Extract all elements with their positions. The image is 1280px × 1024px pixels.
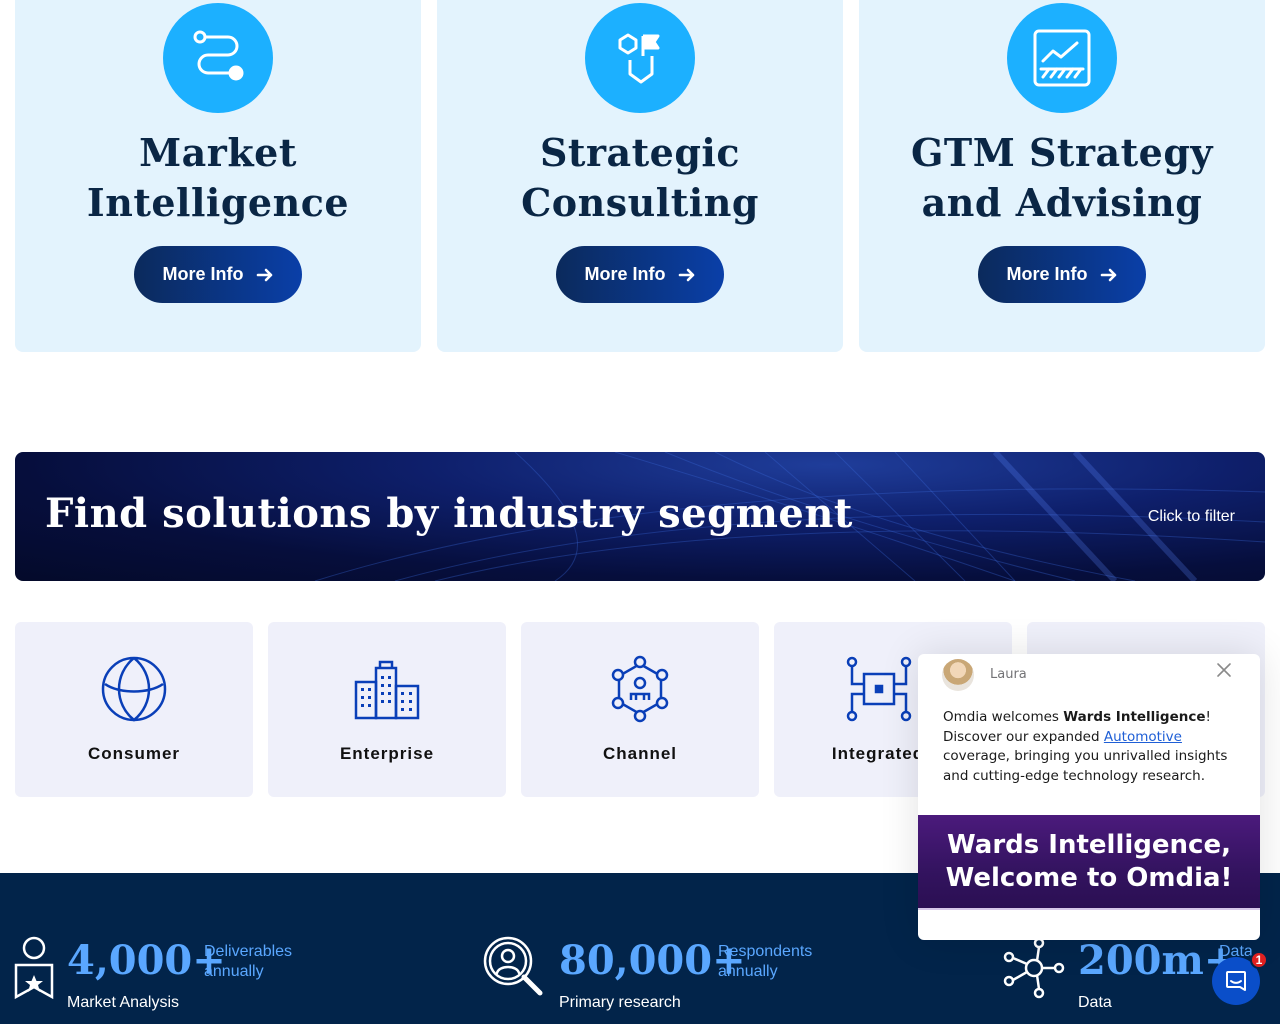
service-title: Market Intelligence xyxy=(86,130,350,225)
magnifier-person-icon xyxy=(483,936,543,996)
segment-consumer[interactable]: Consumer xyxy=(15,622,253,797)
service-card-market-intelligence: Market Intelligence More Info xyxy=(15,0,421,352)
services-section: Market Intelligence More Info Strategic Co… xyxy=(15,0,1265,352)
stat-description: Deliverables annually xyxy=(204,943,293,980)
service-card-gtm-strategy: GTM Strategy and Advising More Info xyxy=(859,0,1265,352)
segment-channel[interactable]: Channel xyxy=(521,622,759,797)
award-icon xyxy=(14,936,54,1000)
stat-number: 4,000+ xyxy=(67,937,226,984)
chat-popup[interactable]: Laura Omdia welcomes Wards Intelligence!… xyxy=(918,654,1260,940)
segment-enterprise[interactable]: Enterprise xyxy=(268,622,506,797)
notification-badge: 1 xyxy=(1250,951,1268,969)
service-card-strategic-consulting: Strategic Consulting More Info xyxy=(437,0,843,352)
click-to-filter-link[interactable]: Click to filter xyxy=(1148,508,1235,526)
stat-description: Respondents annually xyxy=(718,943,813,980)
automotive-link[interactable]: Automotive xyxy=(1104,729,1182,745)
more-info-button[interactable]: More Info xyxy=(556,246,724,303)
chat-agent-name: Laura xyxy=(990,667,1027,682)
chat-launcher-button[interactable]: 1 xyxy=(1212,951,1268,1005)
arrow-right-icon xyxy=(1100,268,1116,281)
stat-label: Data xyxy=(1078,994,1112,1011)
more-info-button[interactable]: More Info xyxy=(978,246,1146,303)
promo-text: Wards Intelligence, Welcome to Omdia! xyxy=(945,830,1233,893)
arrow-right-icon xyxy=(678,268,694,281)
more-info-button[interactable]: More Info xyxy=(134,246,302,303)
chart-trend-icon xyxy=(1007,3,1117,113)
segment-label: Channel xyxy=(602,744,678,763)
network-hub-icon xyxy=(611,655,669,723)
arrow-right-icon xyxy=(256,268,272,281)
close-icon[interactable] xyxy=(1214,660,1234,680)
chat-bubble-icon xyxy=(1226,971,1246,991)
avatar xyxy=(942,659,974,691)
service-title: Strategic Consulting xyxy=(521,130,759,225)
segment-label: Consumer xyxy=(87,744,181,763)
segment-label: Enterprise xyxy=(339,744,435,763)
strategy-flag-icon xyxy=(585,3,695,113)
service-title: GTM Strategy and Advising xyxy=(910,130,1214,225)
buildings-icon xyxy=(354,660,420,720)
data-network-icon xyxy=(1003,937,1065,999)
globe-icon xyxy=(101,656,167,722)
stat-label: Primary research xyxy=(559,994,681,1011)
chat-promo-banner[interactable]: Wards Intelligence, Welcome to Omdia! xyxy=(918,815,1260,910)
circuit-icon xyxy=(847,656,912,722)
stat-label: Market Analysis xyxy=(67,994,180,1011)
industry-segment-banner: Find solutions by industry segment Click… xyxy=(15,452,1265,581)
route-icon xyxy=(163,3,273,113)
banner-title: Find solutions by industry segment xyxy=(45,490,853,537)
chat-message: Omdia welcomes Wards Intelligence! Disco… xyxy=(943,709,1228,784)
chat-message-bold: Wards Intelligence xyxy=(1063,709,1206,725)
